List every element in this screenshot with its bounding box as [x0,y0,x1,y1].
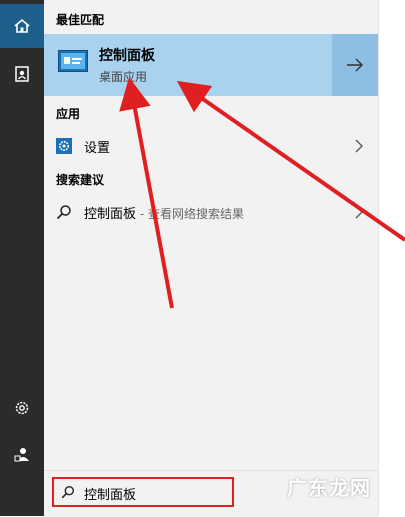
section-best-match: 最佳匹配 [56,13,105,27]
suggestion-hint: - 查看网络搜索结果 [136,207,244,221]
best-match-expand-button[interactable] [332,34,378,96]
documents-button[interactable] [0,52,44,96]
search-results-panel: 最佳匹配 控制面板 桌面应用 应用 设置 搜索建议 控制面板 - 查看网络搜索结… [44,0,378,470]
settings-button[interactable] [0,386,44,430]
chevron-right-icon [355,139,363,153]
best-match-subtitle: 桌面应用 [99,70,148,84]
best-match-open[interactable]: 控制面板 桌面应用 [44,34,332,96]
section-suggestions: 搜索建议 [56,173,105,187]
app-settings-item[interactable]: 设置 [44,130,378,162]
search-icon [56,205,71,220]
account-button[interactable] [0,432,44,476]
document-icon [15,66,29,82]
section-apps: 应用 [56,107,81,121]
settings-gear-icon [56,138,72,154]
control-panel-icon [58,50,88,72]
watermark-text: 广东龙网 [287,476,371,500]
arrow-right-icon [347,58,363,72]
app-settings-label: 设置 [84,141,111,156]
home-icon [14,18,30,33]
best-match-result[interactable]: 控制面板 桌面应用 [44,34,378,96]
chevron-right-icon [355,205,363,219]
user-icon [14,448,29,462]
web-suggestion-item[interactable]: 控制面板 - 查看网络搜索结果 [44,196,378,228]
left-rail [0,0,44,516]
best-match-title: 控制面板 [99,48,155,64]
search-input[interactable]: 控制面板 [84,484,136,503]
gear-icon [15,401,29,415]
web-suggestion-label: 控制面板 - 查看网络搜索结果 [84,203,244,222]
home-button[interactable] [0,4,44,48]
desktop-area [378,0,405,516]
suggestion-query: 控制面板 [84,207,137,222]
search-icon [61,485,75,499]
search-input-highlight[interactable]: 控制面板 [52,477,234,507]
